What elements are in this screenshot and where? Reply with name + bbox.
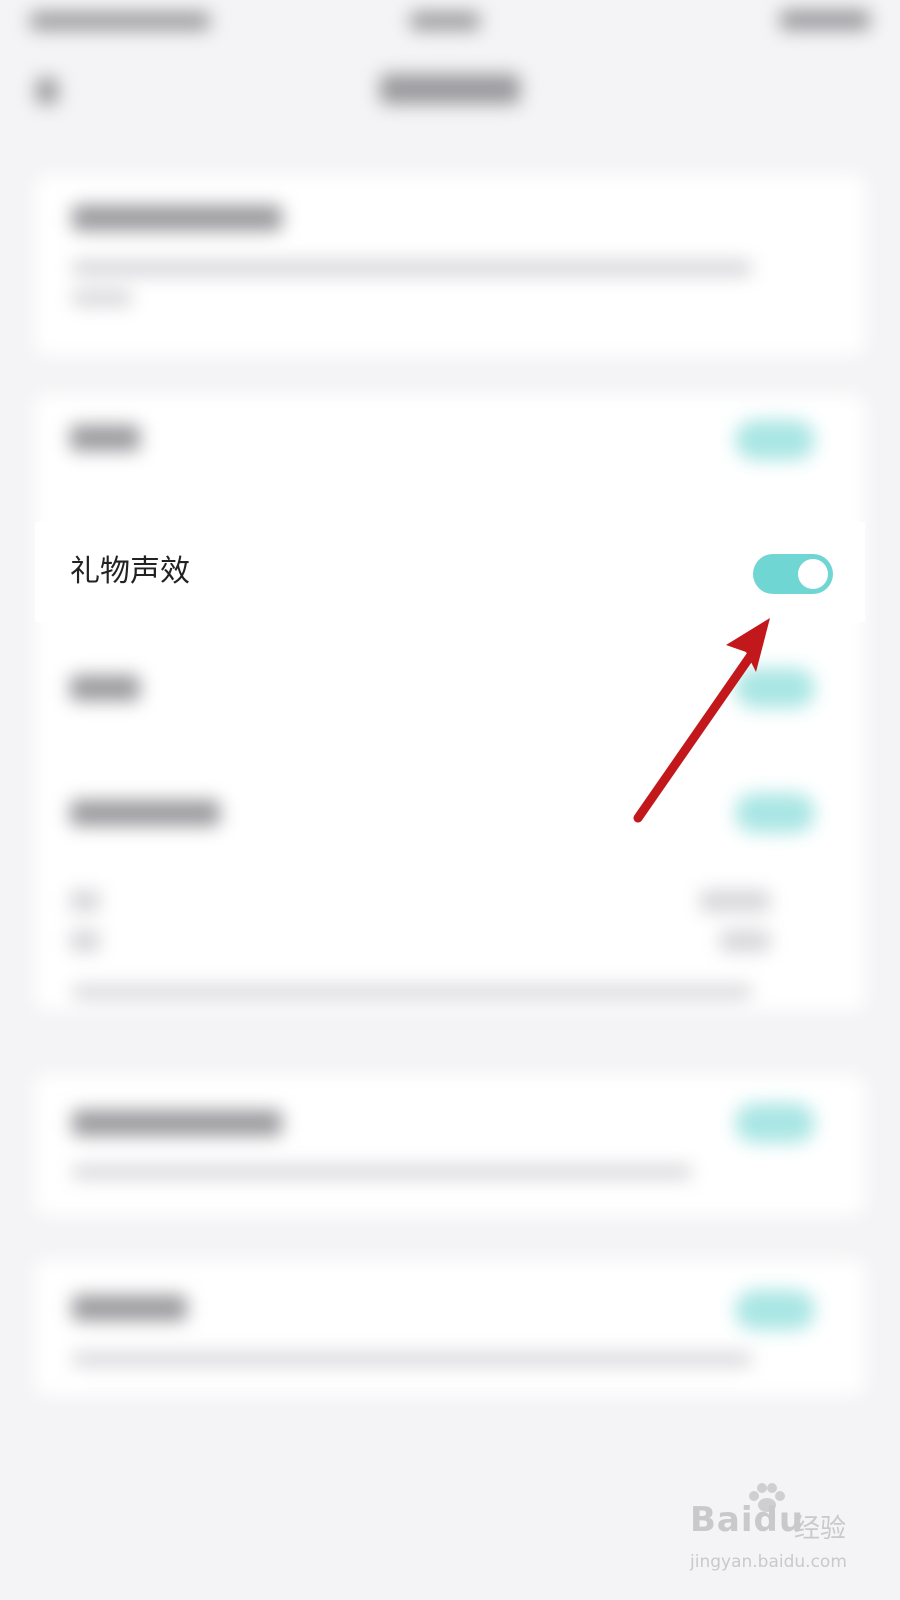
row-desc-blur — [72, 1352, 752, 1366]
row-desc-blur — [72, 1165, 692, 1179]
row-value-blur — [720, 930, 770, 952]
row-desc-blur — [72, 985, 752, 999]
row-value-blur — [700, 890, 770, 912]
row-label-blur — [72, 1110, 282, 1136]
watermark-logo: Baidu — [690, 1500, 805, 1540]
watermark-url: jingyan.baidu.com — [690, 1552, 847, 1572]
settings-card-blur — [35, 1260, 865, 1395]
page-title-blur — [380, 74, 520, 104]
row-label-blur — [70, 890, 100, 912]
row-label-blur — [70, 425, 140, 451]
toggle-blur — [735, 1290, 815, 1330]
toggle-knob — [798, 559, 828, 589]
card-title-blur — [72, 205, 282, 231]
settings-card-blur — [35, 1075, 865, 1215]
toggle-blur — [735, 1103, 815, 1143]
card-desc-blur — [72, 260, 752, 276]
status-bar-right-blur — [780, 10, 870, 30]
toggle-blur — [735, 793, 815, 833]
baidu-watermark: Baidu 经验 jingyan.baidu.com — [690, 1483, 870, 1590]
gift-sound-label: 礼物声效 — [70, 554, 190, 589]
row-label-blur — [70, 930, 100, 952]
card-desc-blur — [72, 290, 132, 306]
gift-sound-toggle[interactable] — [753, 554, 833, 594]
row-label-blur — [72, 1295, 187, 1321]
row-label-blur — [70, 800, 220, 826]
watermark-suffix: 经验 — [794, 1514, 847, 1544]
toggle-blur — [735, 420, 815, 460]
row-label-blur — [70, 675, 140, 701]
blurred-background — [0, 0, 900, 1600]
status-bar-center-blur — [410, 12, 480, 30]
toggle-blur — [735, 668, 815, 708]
back-icon[interactable] — [36, 78, 58, 104]
status-bar-left-blur — [30, 12, 210, 30]
gift-sound-row: 礼物声效 — [35, 522, 865, 622]
